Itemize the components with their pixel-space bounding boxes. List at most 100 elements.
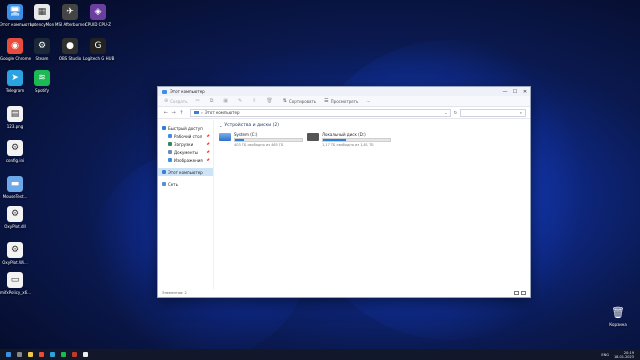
telegram-desktop-icon[interactable]: ➤ Telegram xyxy=(0,70,30,93)
devices-section-header[interactable]: ⌄ Устройства и диски (2) xyxy=(219,123,525,128)
recycle-bin-icon: 🗑 xyxy=(611,305,625,319)
sort-button[interactable]: ⇅ Сортировать xyxy=(283,98,316,104)
msi-afterburner-desktop-icon[interactable]: ✈ MSI Afterburner xyxy=(55,4,86,27)
rename-icon: ✎ xyxy=(238,98,243,104)
search-input[interactable]: ⌕ xyxy=(460,108,527,117)
drive-usage-fill xyxy=(235,139,244,141)
nav-desktop[interactable]: Рабочий стол 📌 xyxy=(158,132,213,140)
desktop-icon-label: CPUID CPU-Z xyxy=(85,22,111,27)
chevron-down-icon[interactable]: ⌄ xyxy=(444,110,447,115)
search-icon: ⌕ xyxy=(519,110,523,115)
logitech-desktop-icon[interactable]: G Logitech G HUB xyxy=(83,38,115,61)
nav-label: Загрузки xyxy=(174,141,194,147)
maximize-button[interactable]: ☐ xyxy=(510,89,520,95)
cut-button[interactable]: ✂ xyxy=(195,98,201,104)
file-explorer-icon[interactable] xyxy=(28,352,33,357)
window-titlebar[interactable]: Этот компьютер — ☐ ✕ xyxy=(158,87,530,96)
view-button[interactable]: ☰ Просмотреть xyxy=(324,98,358,104)
address-bar[interactable]: › Этот компьютер ⌄ xyxy=(190,108,451,117)
sort-label: Сортировать xyxy=(288,98,317,104)
start-icon[interactable] xyxy=(6,352,11,357)
obs-desktop-icon[interactable]: ● OBS Studio xyxy=(55,38,85,61)
navigation-pane: Быстрый доступ Рабочий стол 📌 Загрузки 📌 Док… xyxy=(158,120,214,289)
copy-button[interactable]: ⧉ xyxy=(210,98,216,104)
nav-pictures[interactable]: Изображения 📌 xyxy=(158,156,213,164)
details-view-button[interactable] xyxy=(514,291,519,295)
nav-quick-access[interactable]: Быстрый доступ xyxy=(158,124,213,132)
cpuid-desktop-icon[interactable]: ◈ CPUID CPU-Z xyxy=(83,4,113,27)
content-pane: ⌄ Устройства и диски (2) System (C:) 403 … xyxy=(214,120,530,289)
file-123-desktop-icon[interactable]: ▤ 123.png xyxy=(0,106,30,129)
config-desktop-icon[interactable]: ⚙ config.ini xyxy=(0,140,30,163)
drive-tile[interactable]: Локальный диск (D:) 1,17 ТБ свободно из 1… xyxy=(307,132,391,147)
tray-clock[interactable]: 20:19 18.01.2023 xyxy=(614,351,634,359)
mifxpolicy-desktop-icon[interactable]: ▭ mifxPolicy_x6... xyxy=(0,272,32,295)
nav-label: Изображения xyxy=(174,157,203,163)
chevron-down-icon: ⌄ xyxy=(219,123,223,128)
minimize-button[interactable]: — xyxy=(500,89,510,95)
drive-usage-fill xyxy=(323,139,347,141)
desktop-icon-label: 123.png xyxy=(6,124,24,129)
desktop-icon-label: Steam xyxy=(35,56,49,61)
nav-documents[interactable]: Документы 📌 xyxy=(158,148,213,156)
back-button[interactable]: ← xyxy=(162,110,170,116)
paste-button[interactable]: ▣ xyxy=(223,98,230,104)
this-pc-desktop-icon[interactable]: 🖥 Этот компьютер xyxy=(0,4,35,27)
spotify-icon[interactable] xyxy=(61,352,66,357)
desktop-icon-label: mifxPolicy_x6... xyxy=(0,290,32,295)
oxyplot-wi-icon: ⚙ xyxy=(7,242,23,258)
nav-this-pc[interactable]: Этот компьютер xyxy=(158,168,213,176)
nav-label: Рабочий стол xyxy=(174,133,203,139)
address-row: ← → ↑ › Этот компьютер ⌄ ↻ ⌕ xyxy=(158,107,530,119)
mousetest-desktop-icon[interactable]: ▬ MouseTest... xyxy=(0,176,30,199)
up-button[interactable]: ↑ xyxy=(177,110,185,116)
nav-pinned-list: Рабочий стол 📌 Загрузки 📌 Документы 📌 Изображе… xyxy=(158,132,213,164)
nav-downloads[interactable]: Загрузки 📌 xyxy=(158,140,213,148)
app-icon[interactable] xyxy=(72,352,77,357)
chrome-icon[interactable] xyxy=(39,352,44,357)
share-button[interactable]: ⇪ xyxy=(252,98,258,104)
oxyplot-dll-desktop-icon[interactable]: ⚙ OxyPlot.dll xyxy=(0,206,30,229)
cpuid-icon: ◈ xyxy=(90,4,106,20)
desktop-icon-label: Telegram xyxy=(5,88,25,93)
this-pc-icon: 🖥 xyxy=(7,4,23,20)
chrome-desktop-icon[interactable]: ◉ Google Chrome xyxy=(0,38,31,61)
telegram-icon: ➤ xyxy=(7,70,23,86)
telegram-icon[interactable] xyxy=(50,352,55,357)
steam-desktop-icon[interactable]: ⚙ Steam xyxy=(27,38,57,61)
app-icon[interactable] xyxy=(83,352,88,357)
drive-tile[interactable]: System (C:) 403 ГБ свободно из 465 ГБ xyxy=(219,132,303,147)
config-icon: ⚙ xyxy=(7,140,23,156)
desktop-icon-label: Logitech G HUB xyxy=(83,56,115,61)
section-title: Устройства и диски (2) xyxy=(224,123,279,128)
forward-button[interactable]: → xyxy=(170,110,178,116)
more-button[interactable]: ··· xyxy=(366,99,370,104)
drive-free-space: 403 ГБ свободно из 465 ГБ xyxy=(234,143,284,147)
folder-icon xyxy=(168,158,172,162)
explorer-window[interactable]: Этот компьютер — ☐ ✕ ⊕ Создать ✂ ⧉ ▣ ✎ ⇪ … xyxy=(157,86,531,298)
latencymon-desktop-icon[interactable]: ▦ LatencyMon xyxy=(27,4,57,27)
window-body: Быстрый доступ Рабочий стол 📌 Загрузки 📌 Док… xyxy=(158,120,530,289)
close-button[interactable]: ✕ xyxy=(520,89,530,95)
delete-button[interactable]: 🗑 xyxy=(266,98,274,104)
folder-icon xyxy=(168,150,172,154)
drive-name: System (C:) xyxy=(234,132,258,137)
desktop-icon-label: OxyPlot.dll xyxy=(4,224,26,229)
refresh-button[interactable]: ↻ xyxy=(451,110,461,115)
recycle-bin-desktop-icon[interactable]: 🗑 Корзина xyxy=(603,304,633,328)
nav-network[interactable]: Сеть xyxy=(158,180,213,188)
oxyplot-wi-desktop-icon[interactable]: ⚙ OxyPlot.Wi... xyxy=(0,242,30,265)
system-tray: ENG 20:19 18.01.2023 xyxy=(596,351,634,359)
search-icon[interactable] xyxy=(17,352,22,357)
create-label: Создать xyxy=(170,98,188,104)
copy-icon: ⧉ xyxy=(209,98,214,104)
rename-button[interactable]: ✎ xyxy=(238,98,244,104)
oxyplot-dll-icon: ⚙ xyxy=(7,206,23,222)
folder-icon xyxy=(162,89,167,94)
nav-network-label: Сеть xyxy=(168,181,178,187)
tray-lang[interactable]: ENG xyxy=(601,353,609,357)
nav-quick-access-label: Быстрый доступ xyxy=(168,125,203,131)
tiles-view-button[interactable] xyxy=(521,291,526,295)
create-button[interactable]: ⊕ Создать xyxy=(164,98,187,104)
spotify-desktop-icon[interactable]: ≋ Spotify xyxy=(27,70,57,93)
